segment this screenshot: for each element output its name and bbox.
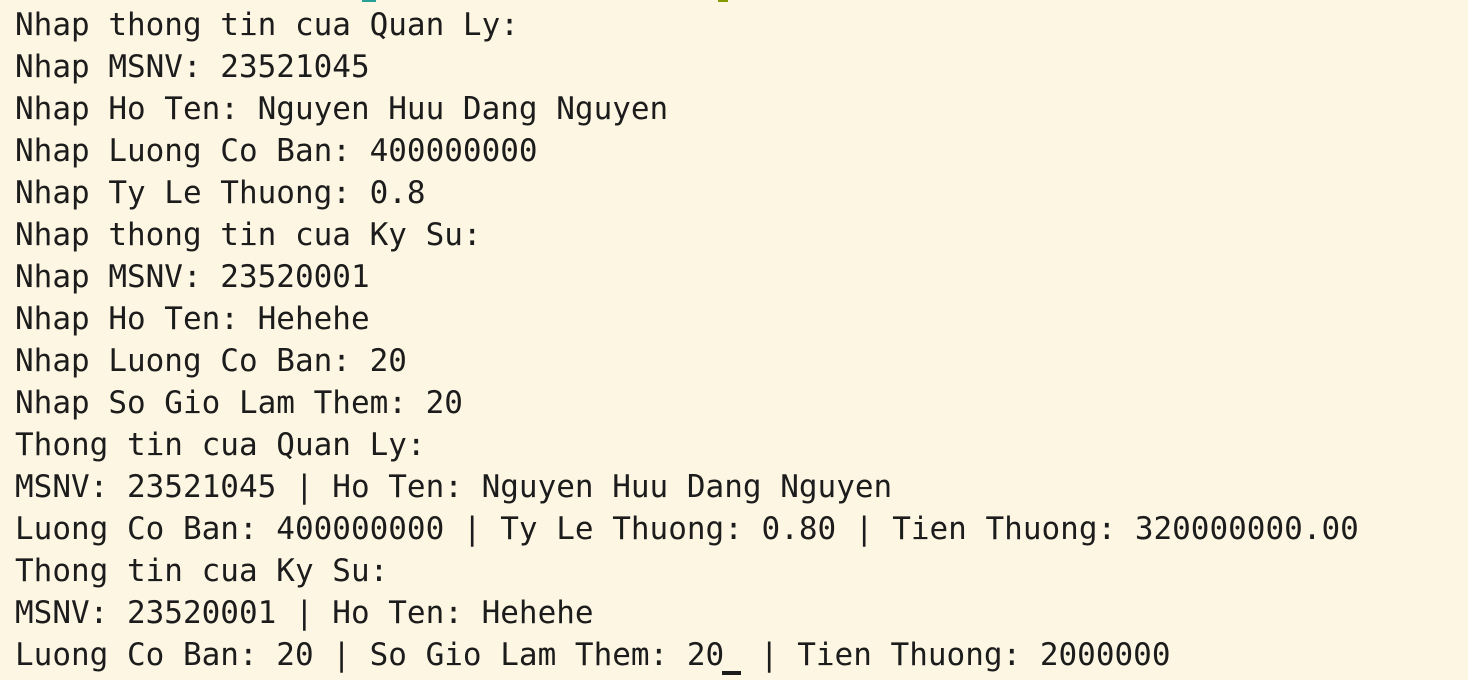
scrolled-previous-line [0, 0, 1468, 4]
last-line-after-cursor: | Tien Thuong: 2000000 [759, 637, 1171, 673]
output-line: Nhap Luong Co Ban: 20 [15, 343, 407, 379]
output-line: Luong Co Ban: 400000000 | Ty Le Thuong: … [15, 511, 1359, 547]
output-line: Nhap Luong Co Ban: 400000000 [15, 133, 538, 169]
output-line: Nhap thong tin cua Ky Su: [15, 217, 482, 253]
terminal-output[interactable]: Nhap thong tin cua Quan Ly: Nhap MSNV: 2… [0, 0, 1468, 680]
last-line-before-cursor: Luong Co Ban: 20 | So Gio Lam Them: 20 [15, 637, 725, 673]
output-line: Nhap Ty Le Thuong: 0.8 [15, 175, 426, 211]
output-line: Nhap Ho Ten: Hehehe [15, 301, 370, 337]
prompt-fragment [362, 0, 376, 2]
output-line: Thong tin cua Quan Ly: [15, 427, 426, 463]
output-line: MSNV: 23521045 | Ho Ten: Nguyen Huu Dang… [15, 469, 893, 505]
output-line: Nhap So Gio Lam Them: 20 [15, 385, 463, 421]
output-line: Nhap thong tin cua Quan Ly: [15, 7, 519, 43]
output-line-last: Luong Co Ban: 20 | So Gio Lam Them: 20 |… [15, 634, 1468, 676]
text-cursor [722, 671, 742, 675]
prompt-fragment [718, 0, 728, 2]
output-line: MSNV: 23520001 | Ho Ten: Hehehe [15, 595, 594, 631]
output-line: Nhap MSNV: 23520001 [15, 259, 370, 295]
output-line: Nhap Ho Ten: Nguyen Huu Dang Nguyen [15, 91, 669, 127]
output-line: Nhap MSNV: 23521045 [15, 49, 370, 85]
output-line: Thong tin cua Ky Su: [15, 553, 389, 589]
